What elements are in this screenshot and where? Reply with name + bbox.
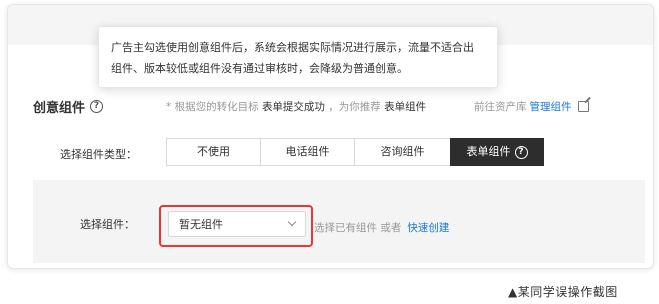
quick-create-link[interactable]: 快速创建: [407, 222, 449, 234]
hint-middle: ，为你推荐: [328, 101, 381, 113]
manage-components-link[interactable]: 管理组件: [530, 99, 572, 114]
component-type-label: 选择组件类型：: [60, 148, 137, 161]
tab-form-label: 表单组件: [466, 145, 511, 158]
edit-icon[interactable]: [577, 101, 589, 112]
question-circle-icon[interactable]: ?: [514, 145, 528, 159]
component-select[interactable]: 暂无组件: [168, 211, 306, 237]
screenshot-caption: ▲某同学误操作截图: [508, 285, 618, 299]
tooltip-line-1: 广告主勾选使用创意组件后，系统会根据实际情况进行展示，流量不适合出: [111, 41, 474, 54]
component-picker-label: 选择组件：: [80, 218, 135, 231]
component-type-tabs: 不使用 电话组件 咨询组件 表单组件 ?: [166, 138, 544, 166]
tab-phone[interactable]: 电话组件: [260, 138, 355, 166]
existing-text: 选择已有组件 或者: [314, 222, 402, 234]
section-title-text: 创意组件: [33, 101, 86, 116]
manage-prefix: 前往资产库: [474, 101, 527, 113]
component-select-value: 暂无组件: [179, 218, 223, 231]
tooltip-line-2: 组件、版本较低或组件没有通过审核时，会降级为普通创意。: [111, 62, 408, 75]
hint-recommend: 表单组件: [384, 101, 427, 113]
hint-prefix: * 根据您的转化目标: [166, 101, 259, 113]
section-title: 创意组件 ?: [33, 97, 104, 116]
info-tooltip: 广告主勾选使用创意组件后，系统会根据实际情况进行展示，流量不适合出 组件、版本较…: [98, 26, 498, 88]
question-circle-icon[interactable]: ?: [90, 100, 104, 113]
manage-assets: 前往资产库 管理组件: [474, 99, 589, 114]
existing-component-hint: 选择已有组件 或者 快速创建: [314, 220, 449, 235]
recommend-hint: * 根据您的转化目标 表单提交成功 ，为你推荐 表单组件: [166, 99, 426, 114]
tab-form[interactable]: 表单组件 ?: [450, 138, 544, 166]
tab-consult[interactable]: 咨询组件: [354, 138, 451, 166]
hint-goal: 表单提交成功: [261, 101, 325, 113]
tab-none[interactable]: 不使用: [166, 138, 261, 166]
chevron-down-icon: [287, 217, 297, 227]
